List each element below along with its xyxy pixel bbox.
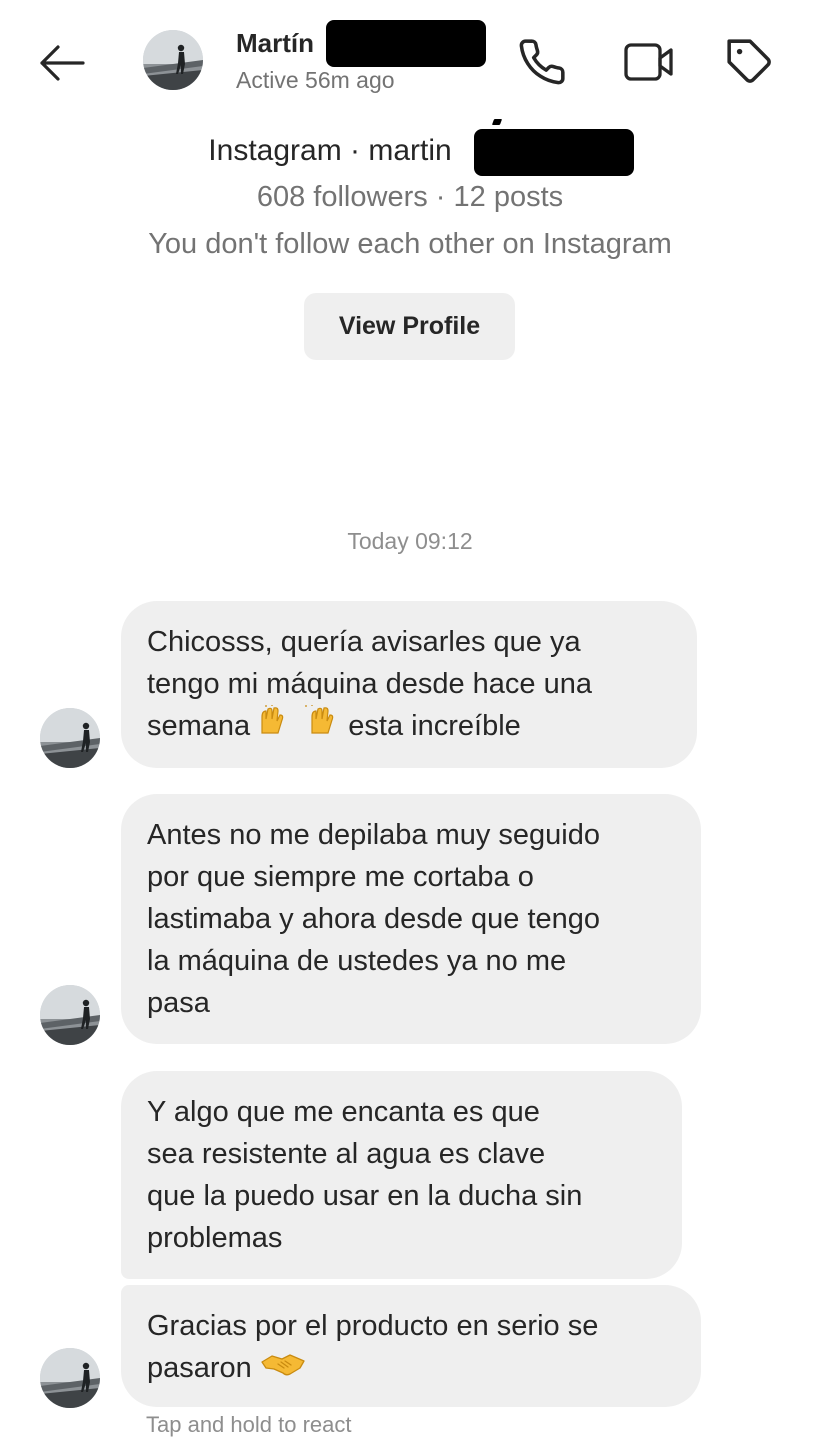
handshake-emoji bbox=[260, 1348, 306, 1390]
message-line: Antes no me depilaba muy seguido bbox=[147, 819, 601, 851]
tag-icon bbox=[727, 39, 771, 83]
follow-status: You don't follow each other on Instagram bbox=[148, 228, 672, 260]
raising-hands-emoji bbox=[258, 704, 340, 749]
redaction-bar bbox=[326, 20, 486, 67]
profile-handle-line: Instagram · martin bbox=[0, 134, 820, 168]
message-line: sea resistente al agua es clave bbox=[147, 1138, 546, 1170]
message-line: Y algo que me encanta es que bbox=[147, 1096, 540, 1128]
message-line: semana esta increíble bbox=[147, 704, 671, 749]
video-call-button[interactable] bbox=[618, 34, 680, 90]
avatar-image bbox=[40, 1348, 100, 1408]
message-line: tengo mi máquina desde hace una bbox=[147, 668, 592, 700]
react-hint: Tap and hold to react bbox=[146, 1412, 352, 1437]
message-text: semana bbox=[147, 710, 251, 742]
message-line: por que siempre me cortaba o bbox=[147, 861, 534, 893]
message-text: esta increíble bbox=[348, 710, 521, 742]
message-bubble[interactable]: Gracias por el producto en serio se pasa… bbox=[121, 1285, 701, 1407]
tag-button[interactable] bbox=[720, 34, 780, 90]
message-line: pasaron bbox=[147, 1347, 675, 1390]
avatar-image bbox=[143, 30, 203, 90]
contact-name[interactable]: Martín bbox=[236, 28, 314, 59]
video-camera-icon bbox=[624, 43, 673, 81]
conversation-timestamp: Today 09:12 bbox=[347, 528, 473, 554]
back-arrow-icon bbox=[40, 45, 85, 81]
message-line: la máquina de ustedes ya no me bbox=[147, 945, 567, 977]
platform-handle: Instagram · martin bbox=[208, 134, 452, 167]
message-bubble[interactable]: Antes no me depilaba muy seguido por que… bbox=[121, 794, 701, 1044]
message-line: problemas bbox=[147, 1222, 283, 1254]
contact-avatar[interactable] bbox=[143, 30, 203, 90]
profile-stats: 608 followers · 12 posts bbox=[256, 181, 564, 213]
message-line: pasa bbox=[147, 987, 210, 1019]
phone-icon bbox=[519, 39, 565, 85]
view-profile-button[interactable]: View Profile bbox=[304, 293, 515, 360]
message-line: lastimaba y ahora desde que tengo bbox=[147, 903, 601, 935]
message-bubble[interactable]: Chicosss, quería avisarles que ya tengo … bbox=[121, 601, 697, 768]
message-bubble[interactable]: Y algo que me encanta es que sea resiste… bbox=[121, 1071, 682, 1279]
sender-avatar[interactable] bbox=[40, 1348, 100, 1408]
redaction-mark bbox=[491, 119, 503, 125]
message-text: pasaron bbox=[147, 1352, 252, 1384]
sender-avatar[interactable] bbox=[40, 985, 100, 1045]
call-button[interactable] bbox=[512, 34, 572, 90]
message-line: que la puedo usar en la ducha sin bbox=[147, 1180, 583, 1212]
message-line: Gracias por el producto en serio se bbox=[147, 1310, 599, 1342]
redaction-bar bbox=[474, 129, 634, 176]
message-line: Chicosss, quería avisarles que ya bbox=[147, 626, 581, 658]
sender-avatar[interactable] bbox=[40, 708, 100, 768]
back-button[interactable] bbox=[30, 38, 92, 88]
avatar-image bbox=[40, 708, 100, 768]
active-status: Active 56m ago bbox=[236, 67, 395, 93]
avatar-image bbox=[40, 985, 100, 1045]
